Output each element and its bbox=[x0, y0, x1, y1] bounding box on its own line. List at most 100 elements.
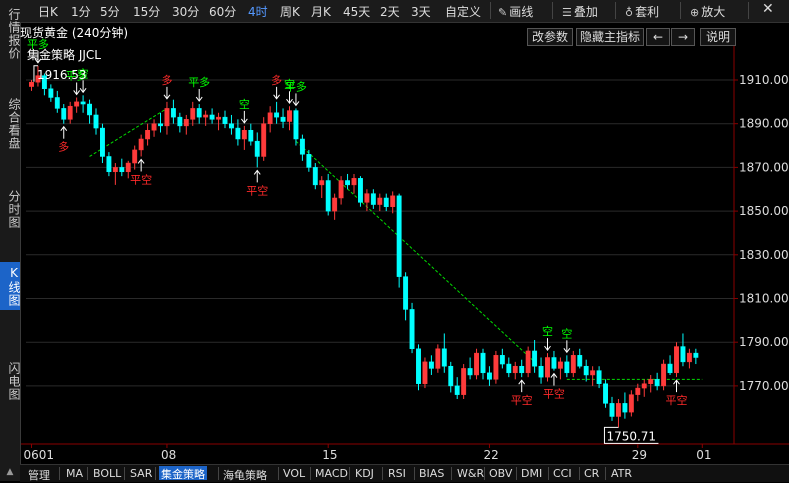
candle-body bbox=[416, 348, 421, 384]
indicator-tab-kdj[interactable]: KDJ bbox=[355, 467, 374, 480]
candle-body bbox=[383, 197, 389, 207]
candle-body bbox=[364, 193, 370, 203]
indicator-tab-ma[interactable]: MA bbox=[66, 467, 83, 480]
tab-divider bbox=[579, 467, 580, 480]
candle-body bbox=[287, 110, 292, 122]
period-daily[interactable]: 日K bbox=[38, 3, 58, 20]
price-tick-label: 1810.00 bbox=[739, 292, 789, 306]
edit-params-button[interactable]: 改参数 bbox=[527, 28, 573, 46]
candle-body bbox=[241, 130, 247, 140]
indicator-tab-sar[interactable]: SAR bbox=[130, 467, 152, 480]
indicator-tab-cr[interactable]: CR bbox=[584, 467, 599, 480]
indicator-tab-dmi[interactable]: DMI bbox=[521, 467, 542, 480]
period-5min[interactable]: 5分 bbox=[100, 3, 120, 20]
draw-line-button[interactable]: ✎ 画线 bbox=[498, 3, 533, 20]
bag-icon: ♁ bbox=[625, 6, 634, 19]
candle-body bbox=[667, 363, 673, 374]
hide-main-indicator-button[interactable]: 隐藏主指标 bbox=[576, 28, 644, 46]
overlay-label: 叠加 bbox=[573, 5, 598, 19]
signal-label: 空 bbox=[561, 326, 572, 340]
candle-body bbox=[170, 108, 176, 118]
toolbar-divider bbox=[615, 2, 616, 19]
candle-body bbox=[338, 180, 344, 199]
candle-body bbox=[325, 180, 331, 212]
candle-body bbox=[525, 350, 531, 374]
candle-body bbox=[557, 361, 563, 369]
candle-body bbox=[686, 352, 692, 363]
period-custom[interactable]: 自定义 bbox=[445, 3, 481, 20]
indicator-tab-obv[interactable]: OBV bbox=[489, 467, 512, 480]
period-30min[interactable]: 30分 bbox=[172, 3, 199, 20]
close-icon[interactable]: ✕ bbox=[762, 1, 774, 17]
left-sidebar: 行情报价 综合看盘 分时图 K线图 闪电图 ▲ bbox=[0, 0, 21, 481]
zoom-button[interactable]: ⊕ 放大 bbox=[690, 3, 725, 20]
sidebar-tab-timeshare[interactable]: 分时图 bbox=[0, 186, 21, 232]
indicator-tab-macd[interactable]: MACD bbox=[315, 467, 348, 480]
period-2day[interactable]: 2天 bbox=[380, 3, 400, 20]
sidebar-tab-kline[interactable]: K线图 bbox=[0, 262, 21, 310]
overlay-button[interactable]: ☰ 叠加 bbox=[562, 3, 598, 20]
instrument-title: 现货黄金 (240分钟) bbox=[20, 26, 129, 40]
next-arrow-button[interactable]: → bbox=[671, 28, 695, 46]
candle-body bbox=[396, 195, 402, 277]
period-60min[interactable]: 60分 bbox=[209, 3, 236, 20]
candle-body bbox=[461, 368, 467, 395]
indicator-tab-bias[interactable]: BIAS bbox=[419, 467, 444, 480]
candle-body bbox=[583, 365, 589, 376]
candle-body bbox=[622, 403, 628, 413]
indicator-tab-cci[interactable]: CCI bbox=[553, 467, 572, 480]
candle-body bbox=[132, 149, 138, 164]
candle-body bbox=[235, 127, 241, 140]
period-monthly[interactable]: 月K bbox=[311, 3, 331, 20]
period-3day[interactable]: 3天 bbox=[411, 3, 431, 20]
candle-body bbox=[487, 372, 492, 380]
candle-body bbox=[628, 394, 634, 413]
sidebar-tab-quotes[interactable]: 行情报价 bbox=[0, 4, 21, 64]
period-weekly[interactable]: 周K bbox=[280, 3, 300, 20]
candle-body bbox=[596, 370, 602, 384]
max-price-label: 1916.53 bbox=[37, 68, 87, 82]
candle-body bbox=[261, 123, 267, 157]
arbitrage-button[interactable]: ♁ 套利 bbox=[625, 3, 659, 20]
candle-body bbox=[422, 361, 428, 384]
indicator-tab-wr[interactable]: W&R bbox=[457, 467, 484, 480]
kline-chart[interactable]: 平多多平多空平空多 平多空平空多平多空平空空平空空平空 1910.001890.0… bbox=[0, 0, 789, 481]
candle-body bbox=[467, 368, 473, 376]
sidebar-tab-lightning[interactable]: 闪电图 bbox=[0, 358, 21, 404]
date-tick-label: 01 bbox=[696, 448, 711, 462]
trend-line bbox=[295, 140, 535, 363]
candles bbox=[29, 65, 699, 428]
period-1min[interactable]: 1分 bbox=[71, 3, 91, 20]
candle-body bbox=[435, 348, 441, 369]
toolbar-divider bbox=[748, 2, 749, 19]
arbitrage-label: 套利 bbox=[635, 5, 660, 19]
date-tick-label: 08 bbox=[161, 448, 176, 462]
candle-body bbox=[100, 127, 105, 157]
indicator-tab-boll[interactable]: BOLL bbox=[93, 467, 121, 480]
prev-arrow-button[interactable]: ← bbox=[646, 28, 670, 46]
candle-body bbox=[48, 88, 54, 98]
toolbar-divider bbox=[490, 2, 491, 19]
period-45day[interactable]: 45天 bbox=[343, 3, 370, 20]
candle-body bbox=[661, 363, 667, 387]
indicator-tab-jjcl[interactable]: 集金策略 bbox=[159, 466, 207, 481]
tab-divider bbox=[349, 467, 350, 480]
period-15min[interactable]: 15分 bbox=[133, 3, 160, 20]
candle-body bbox=[519, 365, 525, 374]
signal-label: 空 bbox=[284, 77, 295, 91]
candle-body bbox=[274, 112, 280, 118]
period-4hour[interactable]: 4时 bbox=[248, 3, 268, 20]
candle-body bbox=[332, 197, 338, 212]
candle-body bbox=[609, 403, 615, 417]
candle-body bbox=[280, 116, 286, 122]
indicator-tabs-bar: 管理 MA BOLL SAR 集金策略 海龟策略 VOL MACD KDJ RS… bbox=[20, 464, 789, 482]
pen-icon: ✎ bbox=[498, 6, 508, 19]
tab-divider bbox=[605, 467, 606, 480]
help-button[interactable]: 说明 bbox=[700, 28, 736, 46]
date-tick-label: 0601 bbox=[24, 448, 55, 462]
indicator-tab-atr[interactable]: ATR bbox=[611, 467, 632, 480]
indicator-tab-rsi[interactable]: RSI bbox=[388, 467, 406, 480]
sidebar-tab-overview[interactable]: 综合看盘 bbox=[0, 94, 21, 154]
indicator-tab-vol[interactable]: VOL bbox=[283, 467, 305, 480]
sidebar-scroll-up-icon[interactable]: ▲ bbox=[0, 467, 20, 481]
